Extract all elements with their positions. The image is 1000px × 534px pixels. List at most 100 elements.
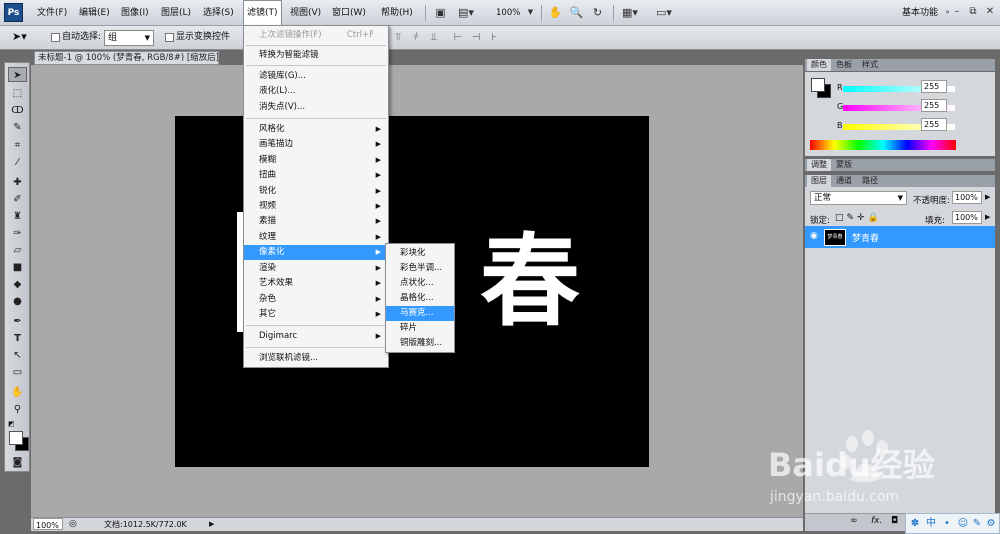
menu-item-other[interactable]: 其它 ▶ [244,307,388,322]
menu-item-sketch[interactable]: 素描 ▶ [244,214,388,229]
hand-tool-icon[interactable]: ✋ [548,6,563,19]
auto-select-checkbox[interactable] [51,33,60,42]
zoom-tool-icon[interactable]: ⚲ [8,402,27,417]
menu-edit[interactable]: 编辑(E) [76,0,113,26]
menu-filter[interactable]: 滤镜(T) [243,0,282,27]
menu-window[interactable]: 窗口(W) [329,0,369,26]
status-arrow-icon[interactable]: ▶ [209,518,214,531]
shape-tool-icon[interactable]: ▭ [8,365,27,380]
crop-tool-icon[interactable]: ⌗ [8,138,27,153]
bridge-icon[interactable]: ▣ [433,6,448,19]
punctuation-icon[interactable]: • [940,516,954,532]
submenu-item-mezzotint[interactable]: 铜版雕刻... [386,336,454,351]
gradient-tool-icon[interactable]: ■ [8,260,27,275]
arrange-documents-icon[interactable]: ▦▾ [622,6,638,19]
tab-color[interactable]: 颜色 [807,59,831,71]
zoom-tool-icon[interactable]: 🔍 [569,6,584,19]
menu-help[interactable]: 帮助(H) [378,0,416,26]
minimize-icon[interactable]: – [950,5,964,19]
menu-item-artistic[interactable]: 艺术效果 ▶ [244,276,388,291]
menu-item-brush-strokes[interactable]: 画笔描边 ▶ [244,137,388,152]
menu-item-smart-filter[interactable]: 转换为智能滤镜 [244,48,388,63]
menu-item-filter-gallery[interactable]: 滤镜库(G)... [244,69,388,84]
menu-item-texture[interactable]: 纹理 ▶ [244,230,388,245]
opacity-arrow-icon[interactable]: ▶ [985,193,990,201]
menu-layer[interactable]: 图层(L) [158,0,194,26]
channel-b-value[interactable]: 255 [921,118,947,131]
tab-adjustments[interactable]: 调整 [807,159,831,171]
fill-arrow-icon[interactable]: ▶ [985,213,990,221]
menu-item-pixelate[interactable]: 像素化 ▶ [244,245,388,260]
menu-item-liquify[interactable]: 液化(L)... [244,84,388,99]
submenu-item-fragment[interactable]: 碎片 [386,321,454,336]
submenu-item-crystallize[interactable]: 晶格化... [386,291,454,306]
stamp-tool-icon[interactable]: ♜ [8,209,27,224]
type-tool-icon[interactable]: T [8,331,27,346]
menu-select[interactable]: 选择(S) [200,0,237,26]
submenu-item-color-halftone[interactable]: 彩色半调... [386,261,454,276]
blur-tool-icon[interactable]: ◆ [8,277,27,292]
foreground-color-swatch[interactable] [811,78,825,92]
show-transform-checkbox[interactable] [165,33,174,42]
menu-item-render[interactable]: 渲染 ▶ [244,261,388,276]
tab-styles[interactable]: 样式 [858,59,882,71]
pen-tool-icon[interactable]: ✒ [8,314,27,329]
emoji-icon[interactable]: ☺ [956,516,970,532]
menu-view[interactable]: 视图(V) [287,0,324,26]
link-layers-icon[interactable]: ∞ [850,516,858,526]
opacity-input[interactable]: 100% [952,191,982,204]
align-right-icon[interactable]: ⊦ [488,31,500,45]
tab-channels[interactable]: 通道 [832,175,856,187]
quick-mask-icon[interactable]: ◙ [8,455,27,470]
lasso-tool-icon[interactable]: ↀ [8,103,27,118]
status-zoom[interactable]: 100% [33,518,63,530]
channel-g-value[interactable]: 255 [921,99,947,112]
dodge-tool-icon[interactable]: ● [8,294,27,309]
fx-icon[interactable]: fx. [871,516,882,526]
menu-item-blur[interactable]: 模糊 ▶ [244,153,388,168]
close-icon[interactable]: ✕ [983,5,997,19]
default-colors-icon[interactable]: ◩ [8,420,17,429]
align-middle-icon[interactable]: ⫩ [410,31,422,45]
history-brush-tool-icon[interactable]: ✑ [8,226,27,241]
color-spectrum[interactable] [810,140,956,150]
tab-layers[interactable]: 图层 [807,175,831,187]
chevron-down-icon[interactable]: ▼ [523,6,538,19]
healing-brush-tool-icon[interactable]: ✚ [8,175,27,190]
eraser-tool-icon[interactable]: ▱ [8,243,27,258]
path-select-tool-icon[interactable]: ↖ [8,348,27,363]
channel-r-value[interactable]: 255 [921,80,947,93]
pen-icon[interactable]: ✎ [970,516,984,532]
restore-icon[interactable]: ⧉ [966,5,980,19]
settings-icon[interactable]: ⚙ [984,516,998,532]
document-tab[interactable]: 未标题-1 @ 100% (梦青春, RGB/8#) [缩放后] * [34,51,219,65]
menu-item-browse-online-filters[interactable]: 浏览联机滤镜... [244,351,388,366]
add-mask-icon[interactable]: ◘ [891,516,898,526]
marquee-tool-icon[interactable]: ⬚ [8,86,27,101]
menu-item-digimarc[interactable]: Digimarc ▶ [244,329,388,344]
quick-select-tool-icon[interactable]: ✎ [8,120,27,135]
menu-item-sharpen[interactable]: 锐化 ▶ [244,184,388,199]
auto-select-dropdown[interactable]: 组 ▼ [104,30,154,46]
lock-icons[interactable]: □✎✛🔒 [835,213,882,223]
align-left-icon[interactable]: ⊢ [452,31,464,45]
submenu-item-mosaic[interactable]: 马赛克... [386,306,454,321]
tab-masks[interactable]: 蒙版 [832,159,856,171]
move-tool-icon[interactable]: ➤ [8,67,27,82]
eyedropper-tool-icon[interactable]: ⁄ [8,155,27,170]
align-center-icon[interactable]: ⊣ [470,31,482,45]
align-top-icon[interactable]: ⫪ [392,31,404,45]
tab-swatches[interactable]: 色板 [832,59,856,71]
menu-image[interactable]: 图像(I) [118,0,152,26]
submenu-item-pointillize[interactable]: 点状化... [386,276,454,291]
align-bottom-icon[interactable]: ⫫ [428,31,440,45]
rotate-view-icon[interactable]: ↻ [590,6,605,19]
menu-item-noise[interactable]: 杂色 ▶ [244,292,388,307]
workspace-switcher[interactable]: 基本功能 [902,0,938,26]
menu-item-distort[interactable]: 扭曲 ▶ [244,168,388,183]
ime-mode[interactable]: 中 [924,516,938,532]
brush-tool-icon[interactable]: ✐ [8,192,27,207]
hand-tool-icon[interactable]: ✋ [8,385,27,400]
eye-icon[interactable]: ◉ [810,231,818,241]
tab-paths[interactable]: 路径 [858,175,882,187]
